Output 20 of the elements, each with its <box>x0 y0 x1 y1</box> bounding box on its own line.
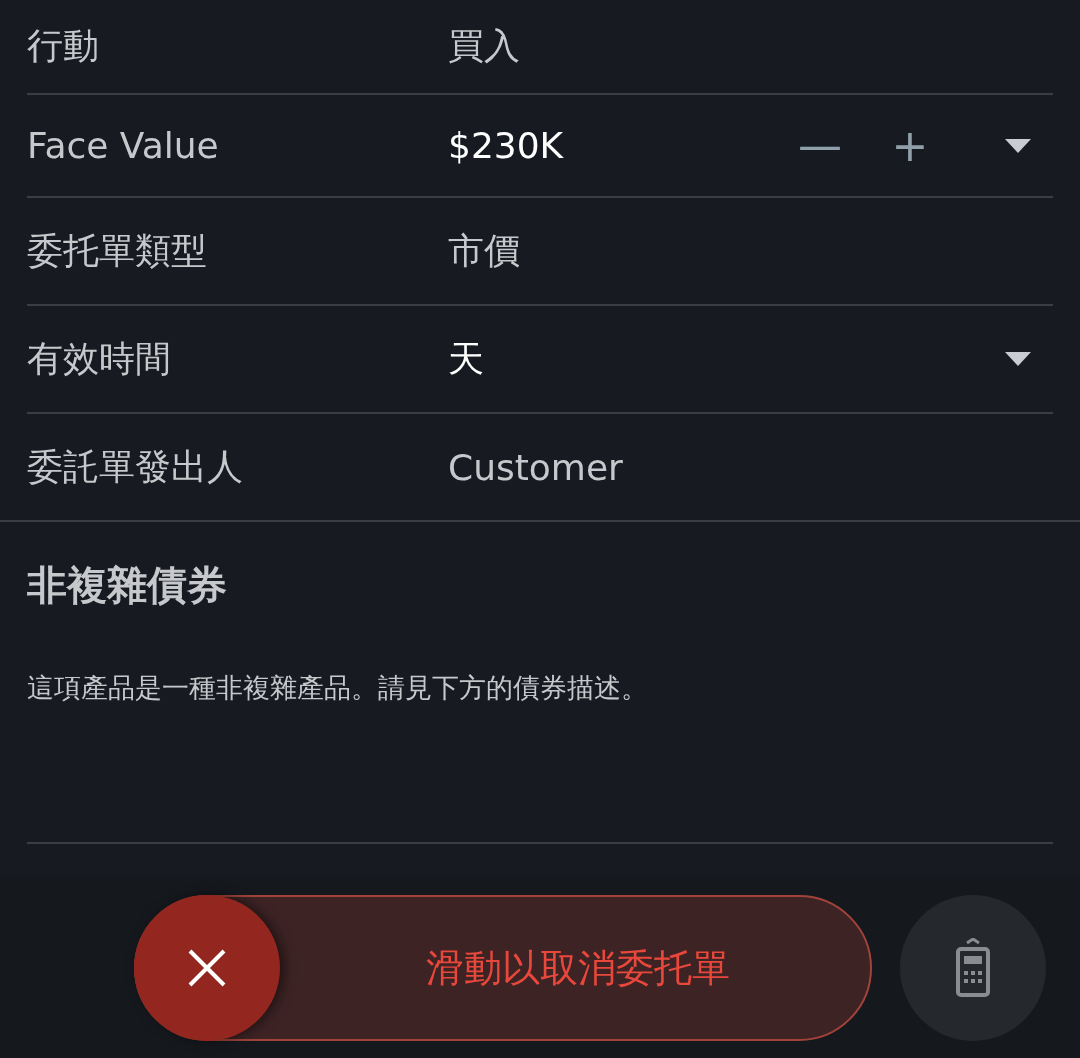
field-value[interactable]: 天 <box>448 334 955 384</box>
increase-button[interactable]: + <box>865 123 955 168</box>
field-label: 行動 <box>27 24 100 68</box>
dropdown-caret-icon[interactable] <box>1005 352 1031 366</box>
field-label: Face Value <box>27 125 220 166</box>
field-value: 市價 <box>448 228 521 273</box>
slider-label: 滑動以取消委托單 <box>426 944 730 992</box>
decrease-button[interactable]: — <box>775 123 865 168</box>
calculator-icon <box>955 938 991 998</box>
section-description: 這項產品是一種非複雜產品。請見下方的債券描述。 <box>27 671 649 705</box>
field-value: 買入 <box>448 24 521 68</box>
slide-to-cancel-track[interactable]: 滑動以取消委托單 <box>134 895 872 1041</box>
field-value: Customer <box>448 446 624 488</box>
field-label: 有效時間 <box>27 336 172 381</box>
field-label: 委託單發出人 <box>27 444 244 489</box>
field-value[interactable]: $230K <box>448 125 775 166</box>
section-title: 非複雜債券 <box>27 561 228 610</box>
field-label: 委托單類型 <box>27 228 208 273</box>
close-icon <box>187 948 227 988</box>
dropdown-caret-icon[interactable] <box>1005 138 1031 153</box>
